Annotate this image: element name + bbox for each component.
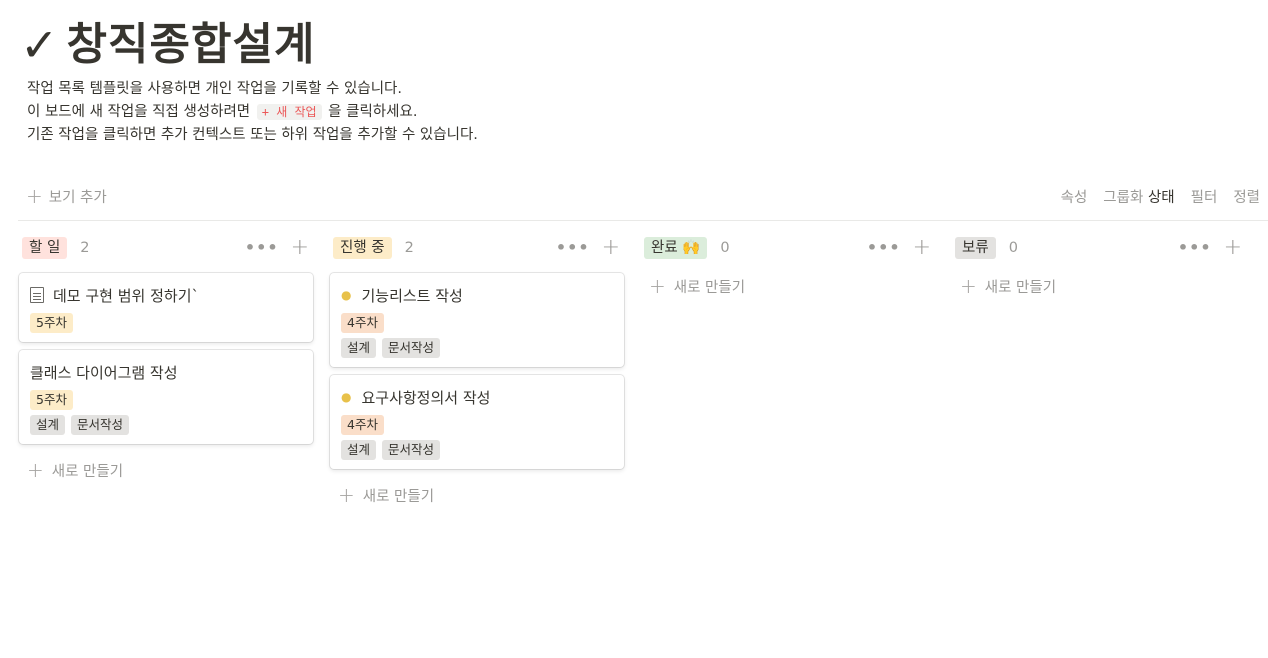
group-by-label: 그룹화: [1103, 189, 1144, 206]
status-pill[interactable]: 진행 중: [333, 237, 392, 259]
task-card[interactable]: ● 기능리스트 작성 4주차 설계 문서작성: [330, 273, 624, 367]
group-by-button[interactable]: 그룹화 상태: [1103, 186, 1174, 207]
column-header: 보류 0 ••• +: [952, 232, 1246, 264]
new-card-button[interactable]: + 새로 만들기: [19, 453, 313, 487]
more-options-icon[interactable]: •••: [867, 240, 901, 256]
column-on-hold: 보류 0 ••• + + 새로 만들기: [952, 232, 1246, 512]
new-card-label: 새로 만들기: [673, 279, 746, 296]
tag-documentation: 문서작성: [382, 338, 441, 358]
add-card-icon[interactable]: +: [913, 237, 931, 259]
plus-icon: +: [26, 184, 43, 208]
add-view-button[interactable]: + 보기 추가: [18, 186, 107, 207]
new-card-label: 새로 만들기: [362, 488, 435, 505]
plus-icon: +: [27, 458, 44, 482]
document-icon: [30, 287, 44, 303]
tag-documentation: 문서작성: [382, 440, 441, 460]
column-header: 할 일 2 ••• +: [19, 232, 313, 264]
column-in-progress: 진행 중 2 ••• + ● 기능리스트 작성 4주차 설계 문서작성 ● 요구…: [330, 232, 624, 512]
plus-icon: +: [649, 274, 666, 298]
tag-design: 설계: [341, 338, 377, 358]
week-tag: 4주차: [341, 415, 384, 435]
task-card[interactable]: ● 요구사항정의서 작성 4주차 설계 문서작성: [330, 375, 624, 469]
description-line-3: 기존 작업을 클릭하면 추가 컨텍스트 또는 하위 작업을 추가할 수 있습니다…: [27, 127, 478, 143]
new-card-label: 새로 만들기: [984, 279, 1057, 296]
column-todo: 할 일 2 ••• + 데모 구현 범위 정하기` 5주차 클래스 다이어그램 …: [19, 232, 313, 512]
add-view-label: 보기 추가: [48, 189, 107, 206]
tag-design: 설계: [341, 440, 377, 460]
more-options-icon[interactable]: •••: [556, 240, 590, 256]
lightbulb-icon: ●: [341, 288, 352, 302]
week-tag: 4주차: [341, 313, 384, 333]
kanban-board: 할 일 2 ••• + 데모 구현 범위 정하기` 5주차 클래스 다이어그램 …: [19, 232, 1246, 512]
task-card[interactable]: 데모 구현 범위 정하기` 5주차: [19, 273, 313, 342]
properties-button[interactable]: 속성: [1061, 186, 1088, 207]
week-tag: 5주차: [30, 390, 73, 410]
check-mark-icon: ✓: [20, 18, 59, 72]
new-card-button[interactable]: + 새로 만들기: [641, 269, 935, 303]
toolbar-actions: 속성 그룹화 상태 필터 정렬: [1061, 186, 1268, 207]
description-line-2: 이 보드에 새 작업을 직접 생성하려면 + 새 작업 을 클릭하세요.: [27, 101, 478, 124]
new-card-button[interactable]: + 새로 만들기: [952, 269, 1246, 303]
page-title-text[interactable]: 창직종합설계: [67, 23, 316, 67]
card-title: 클래스 다이어그램 작성: [30, 363, 178, 382]
column-header: 완료 🙌 0 ••• +: [641, 232, 935, 264]
new-card-button[interactable]: + 새로 만들기: [330, 478, 624, 512]
column-header: 진행 중 2 ••• +: [330, 232, 624, 264]
description-line-1: 작업 목록 템플릿을 사용하면 개인 작업을 기록할 수 있습니다.: [27, 81, 402, 97]
status-pill[interactable]: 완료 🙌: [644, 237, 708, 259]
more-options-icon[interactable]: •••: [1178, 240, 1212, 256]
week-tag: 5주차: [30, 313, 73, 333]
column-count: 0: [1008, 240, 1018, 256]
card-title: 데모 구현 범위 정하기`: [53, 286, 200, 305]
more-options-icon[interactable]: •••: [245, 240, 279, 256]
card-title: 기능리스트 작성: [361, 286, 463, 305]
inline-code-new-task: + 새 작업: [256, 104, 322, 120]
task-card[interactable]: 클래스 다이어그램 작성 5주차 설계 문서작성: [19, 350, 313, 444]
column-count: 2: [404, 240, 414, 256]
filter-button[interactable]: 필터: [1191, 186, 1218, 207]
status-pill[interactable]: 할 일: [22, 237, 68, 259]
description-line-2-before: 이 보드에 새 작업을 직접 생성하려면: [27, 104, 251, 120]
sort-button[interactable]: 정렬: [1233, 186, 1260, 207]
plus-icon: +: [960, 274, 977, 298]
page-title: ✓ 창직종합설계: [20, 14, 315, 76]
add-card-icon[interactable]: +: [602, 237, 620, 259]
column-count: 2: [80, 240, 90, 256]
new-card-label: 새로 만들기: [51, 463, 124, 480]
column-done: 완료 🙌 0 ••• + + 새로 만들기: [641, 232, 935, 512]
group-by-value: 상태: [1147, 189, 1175, 206]
description-line-2-after: 을 클릭하세요.: [328, 104, 418, 120]
plus-icon: +: [338, 483, 355, 507]
tag-documentation: 문서작성: [71, 415, 130, 435]
add-card-icon[interactable]: +: [291, 237, 309, 259]
tag-design: 설계: [30, 415, 66, 435]
column-count: 0: [720, 240, 730, 256]
view-toolbar: + 보기 추가 속성 그룹화 상태 필터 정렬: [18, 178, 1268, 221]
page-description: 작업 목록 템플릿을 사용하면 개인 작업을 기록할 수 있습니다. 이 보드에…: [27, 78, 478, 147]
card-title: 요구사항정의서 작성: [361, 388, 491, 407]
status-pill[interactable]: 보류: [955, 237, 996, 259]
lightbulb-icon: ●: [341, 390, 352, 404]
add-card-icon[interactable]: +: [1224, 237, 1242, 259]
